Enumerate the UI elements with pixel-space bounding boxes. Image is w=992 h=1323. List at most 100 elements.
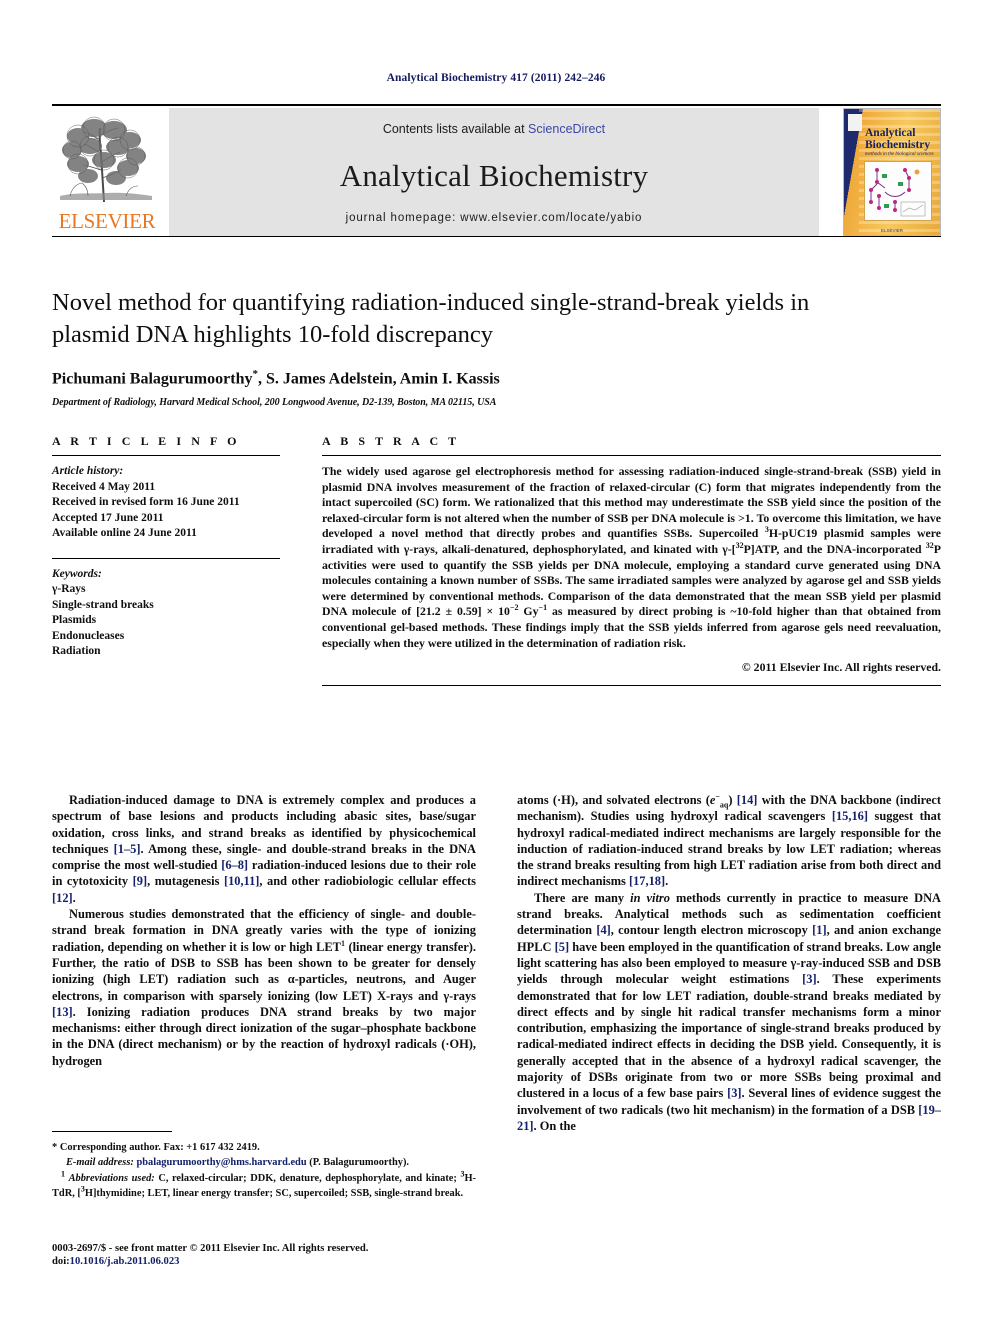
citation-ref[interactable]: [13] [52, 1005, 73, 1019]
abstract-heading: A B S T R A C T [322, 434, 460, 448]
paragraph-seg: , mutagenesis [147, 874, 224, 889]
abstract-sup-32p-a: 32 [735, 541, 744, 551]
history-item: Received in revised form 16 June 2011 [52, 496, 240, 508]
keywords-divider [52, 557, 280, 559]
elsevier-tree-icon [56, 110, 156, 210]
abstract-sup-exp2: −1 [538, 603, 548, 613]
paragraph-seg: , contour length electron microscopy [610, 923, 813, 938]
author-list: Pichumani Balagurumoorthy*, S. James Ade… [52, 368, 941, 388]
keywords-list: Keywords: γ-Rays Single-strand breaks Pl… [52, 567, 280, 660]
keyword-item: γ-Rays [52, 583, 86, 595]
contents-prefix: Contents lists available at [382, 122, 529, 136]
author-primary: Pichumani Balagurumoorthy [52, 370, 253, 388]
citation-ref[interactable]: [10,11] [224, 874, 259, 888]
paragraph-seg: . [665, 874, 669, 889]
abstract-seg: Gy [518, 604, 539, 619]
keyword-item: Single-strand breaks [52, 598, 154, 611]
cover-journal-subtitle: methods in the biological sciences [865, 152, 934, 157]
paragraph-seg: . [72, 890, 76, 905]
page-title: Novel method for quantifying radiation-i… [52, 289, 810, 348]
body-column-left: Radiation-induced damage to DNA is extre… [52, 792, 476, 1069]
article-history: Article history: Received 4 May 2011 Rec… [52, 464, 280, 542]
journal-title: Analytical Biochemistry [339, 158, 649, 193]
abbreviations-seg: C, relaxed-circular; DDK, denature, deph… [154, 1173, 461, 1185]
footnote-separator-rule [52, 1131, 172, 1132]
footnote-number: 1 [61, 1169, 65, 1179]
contents-list-line: Contents lists available at ScienceDirec… [169, 122, 819, 136]
history-item: Accepted 17 June 2011 [52, 511, 164, 524]
article-history-label: Article history: [52, 465, 124, 477]
citation-ref[interactable]: [9] [133, 874, 147, 888]
abstract-seg: P]ATP, and the DNA-incorporated [743, 541, 926, 556]
abstract-sup-exp1: −2 [509, 603, 519, 613]
journal-homepage-link[interactable]: journal homepage: www.elsevier.com/locat… [169, 212, 819, 224]
cover-publisher: ELSEVIER [880, 228, 903, 233]
keyword-item: Endonucleases [52, 629, 125, 642]
doi-line: doi:10.1016/j.ab.2011.06.023 [52, 1255, 482, 1268]
citation-ref[interactable]: [4] [596, 923, 610, 937]
cover-elsevier-mark [848, 114, 862, 131]
citation-ref[interactable]: [12] [52, 891, 73, 905]
history-item: Available online 24 June 2011 [52, 527, 197, 539]
email-link[interactable]: pbalagurumoorthy@hms.harvard.edu [136, 1157, 306, 1168]
citation-ref[interactable]: [6–8] [221, 858, 248, 872]
history-item: Received 4 May 2011 [52, 480, 156, 493]
citation-ref[interactable]: [5] [555, 940, 569, 954]
abbreviations-label: Abbreviations used: [68, 1173, 155, 1185]
sciencedirect-link[interactable]: ScienceDirect [528, 122, 605, 136]
email-label: E-mail address: [66, 1157, 134, 1169]
footnote-abbreviations: 1 Abbreviations used: C, relaxed-circula… [52, 1169, 476, 1200]
body-paragraph: Numerous studies demonstrated that the e… [52, 906, 476, 1069]
citation-ref[interactable]: [1] [812, 923, 826, 937]
issn-line: 0003-2697/$ - see front matter © 2011 El… [52, 1243, 369, 1254]
journal-masthead: ELSEVIER Contents lists available at Sci… [52, 104, 941, 236]
paper-page: Analytical Biochemistry 417 (2011) 242–2… [0, 0, 992, 1323]
article-info-column: A R T I C L E I N F O Article history: R… [52, 434, 280, 660]
abstract-body: The widely used agarose gel electrophore… [322, 464, 941, 651]
article-info-rule [52, 455, 280, 456]
footnote-asterisk: * [52, 1142, 58, 1153]
citation-ref[interactable]: [15,16] [832, 809, 868, 823]
paragraph-seg: . These experiments demonstrated that fo… [517, 972, 942, 1101]
keyword-item: Radiation [52, 645, 101, 657]
cover-diagram-icon [869, 168, 926, 217]
article-info-heading: A R T I C L E I N F O [52, 434, 241, 448]
author-others: , S. James Adelstein, Amin I. Kassis [257, 370, 500, 388]
abstract-copyright: © 2011 Elsevier Inc. All rights reserved… [741, 660, 941, 675]
body-paragraph: Radiation-induced damage to DNA is extre… [52, 792, 476, 906]
abstract-bottom-rule [322, 685, 941, 687]
footnote-email: E-mail address: pbalagurumoorthy@hms.har… [52, 1156, 476, 1170]
doi-link[interactable]: 10.1016/j.ab.2011.06.023 [70, 1256, 180, 1267]
keywords-label: Keywords: [52, 567, 102, 580]
running-head: Analytical Biochemistry 417 (2011) 242–2… [386, 72, 606, 84]
paragraph-seg: . On the [533, 1118, 576, 1133]
cover-journal-title: Analytical Biochemistry [865, 127, 931, 151]
body-paragraph: There are many in vitro methods currentl… [517, 890, 941, 1134]
elsevier-logo: ELSEVIER [52, 108, 162, 236]
body-column-right: atoms (·H), and solvated electrons (e−aq… [517, 792, 941, 1134]
cover-artwork [864, 161, 932, 221]
paragraph-seg: There are many [534, 890, 631, 905]
journal-cover-thumbnail: Analytical Biochemistry methods in the b… [843, 108, 941, 236]
abbreviations-seg: H]thymidine; LET, linear energy transfer… [84, 1187, 464, 1199]
body-paragraph: atoms (·H), and solvated electrons (e−aq… [517, 792, 941, 890]
masthead-band: Contents lists available at ScienceDirec… [169, 108, 819, 236]
abstract-sup-32p-b: 32 [925, 541, 934, 551]
footnote-corresponding: * Corresponding author. Fax: +1 617 432 … [52, 1141, 476, 1155]
tree-drawing [60, 116, 152, 203]
citation-ref[interactable]: [3] [802, 972, 816, 986]
paragraph-seg: atoms (·H), and solvated electrons ( [517, 793, 710, 807]
elsevier-wordmark: ELSEVIER [58, 209, 156, 233]
in-vitro-italic: in vitro [630, 890, 670, 905]
affiliation: Department of Radiology, Harvard Medical… [52, 397, 497, 409]
paragraph-seg: ) [728, 793, 737, 807]
doi-label: doi: [52, 1256, 70, 1268]
abstract-rule [322, 455, 941, 456]
citation-ref[interactable]: [1–5] [114, 842, 141, 856]
abstract-column: A B S T R A C T The widely used agarose … [322, 434, 941, 687]
citation-ref[interactable]: [17,18] [629, 874, 665, 888]
paragraph-seg: . Ionizing radiation produces DNA strand… [52, 1004, 476, 1068]
citation-ref[interactable]: [3] [727, 1086, 741, 1100]
citation-ref[interactable]: [14] [737, 793, 758, 807]
footnote-corresponding-text: Corresponding author. Fax: +1 617 432 24… [59, 1142, 260, 1153]
